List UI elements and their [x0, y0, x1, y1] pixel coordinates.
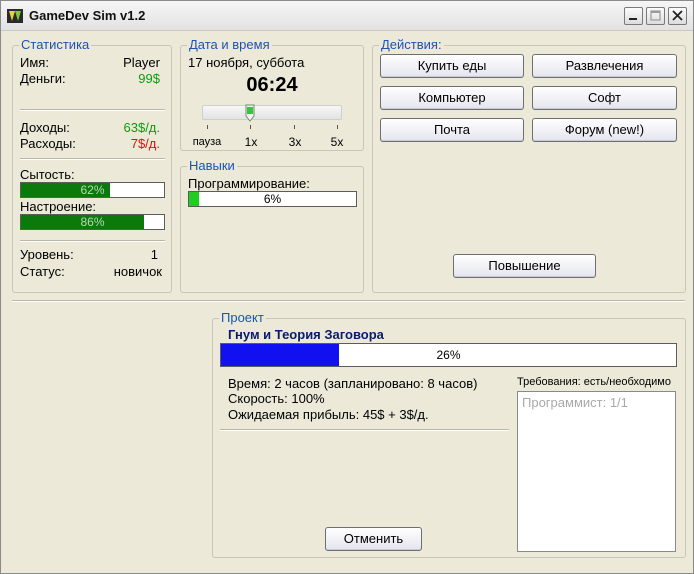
speed-slider-thumb[interactable]: [245, 104, 255, 122]
speed-tick: [294, 125, 295, 129]
cancel-project-button[interactable]: Отменить: [325, 527, 422, 551]
satiety-bar: 62%: [20, 182, 165, 198]
entertainment-button[interactable]: Развлечения: [532, 54, 677, 78]
speed-tick: [207, 125, 208, 129]
maximize-button[interactable]: [646, 7, 665, 25]
expense-label: Расходы:: [20, 136, 76, 151]
expense-value: 7$/д.: [130, 136, 160, 151]
speed-tick: [250, 125, 251, 129]
stats-panel-title: Статистика: [19, 37, 92, 52]
programming-skill-bar: 6%: [188, 191, 357, 207]
speed-label-pause[interactable]: пауза: [187, 135, 227, 149]
programming-label: Программирование:: [188, 176, 310, 191]
divider: [220, 429, 509, 431]
buy-food-button[interactable]: Купить еды: [380, 54, 524, 78]
income-label: Доходы:: [20, 120, 70, 135]
project-speed: Скорость: 100%: [228, 391, 325, 406]
app-window: GameDev Sim v1.2 Статистика Имя: Player …: [0, 0, 694, 574]
mood-bar: 86%: [20, 214, 165, 230]
mood-bar-label: 86%: [80, 215, 105, 229]
speed-label-3x[interactable]: 3x: [280, 135, 310, 149]
actions-panel-title: Действия:: [379, 37, 444, 52]
divider: [20, 109, 165, 111]
name-label: Имя:: [20, 55, 49, 70]
speed-label-5x[interactable]: 5x: [322, 135, 352, 149]
programming-skill-label: 6%: [263, 192, 282, 206]
money-value: 99$: [138, 71, 160, 86]
app-logo-icon: [6, 7, 24, 25]
promotion-button[interactable]: Повышение: [453, 254, 596, 278]
satiety-label: Сытость:: [20, 167, 75, 182]
project-progress-bar: 26%: [220, 343, 677, 367]
divider: [20, 240, 165, 242]
money-label: Деньги:: [20, 71, 66, 86]
speed-label-1x[interactable]: 1x: [236, 135, 266, 149]
current-date: 17 ноября, суббота: [188, 55, 305, 70]
project-time: Время: 2 часов (запланировано: 8 часов): [228, 376, 478, 391]
name-value: Player: [123, 55, 160, 70]
speed-slider[interactable]: [202, 105, 342, 120]
requirement-item: Программист: 1/1: [522, 395, 628, 410]
forum-button[interactable]: Форум (new!): [532, 118, 677, 142]
skills-panel-title: Навыки: [187, 158, 237, 173]
project-name: Гнум и Теория Заговора: [228, 327, 384, 342]
computer-button[interactable]: Компьютер: [380, 86, 524, 110]
mood-label: Настроение:: [20, 199, 97, 214]
speed-tick: [337, 125, 338, 129]
section-divider: [12, 300, 685, 302]
close-button[interactable]: [668, 7, 687, 25]
level-value: 1: [150, 247, 158, 262]
divider: [20, 158, 165, 160]
current-time: 06:24: [246, 74, 298, 96]
datetime-panel-title: Дата и время: [187, 37, 272, 52]
status-value: новичок: [113, 264, 162, 279]
project-profit: Ожидаемая прибыль: 45$ + 3$/д.: [228, 407, 429, 422]
requirements-title: Требования: есть/необходимо: [517, 376, 671, 388]
satiety-bar-label: 62%: [80, 183, 105, 197]
window-title: GameDev Sim v1.2: [29, 8, 146, 23]
requirements-list[interactable]: Программист: 1/1: [517, 391, 676, 552]
level-label: Уровень:: [20, 247, 74, 262]
project-progress-label: 26%: [436, 348, 461, 362]
income-value: 63$/д.: [123, 120, 161, 135]
status-label: Статус:: [20, 264, 65, 279]
minimize-button[interactable]: [624, 7, 643, 25]
mail-button[interactable]: Почта: [380, 118, 524, 142]
title-bar[interactable]: GameDev Sim v1.2: [1, 1, 693, 31]
software-button[interactable]: Софт: [532, 86, 677, 110]
project-panel-title: Проект: [219, 310, 266, 325]
